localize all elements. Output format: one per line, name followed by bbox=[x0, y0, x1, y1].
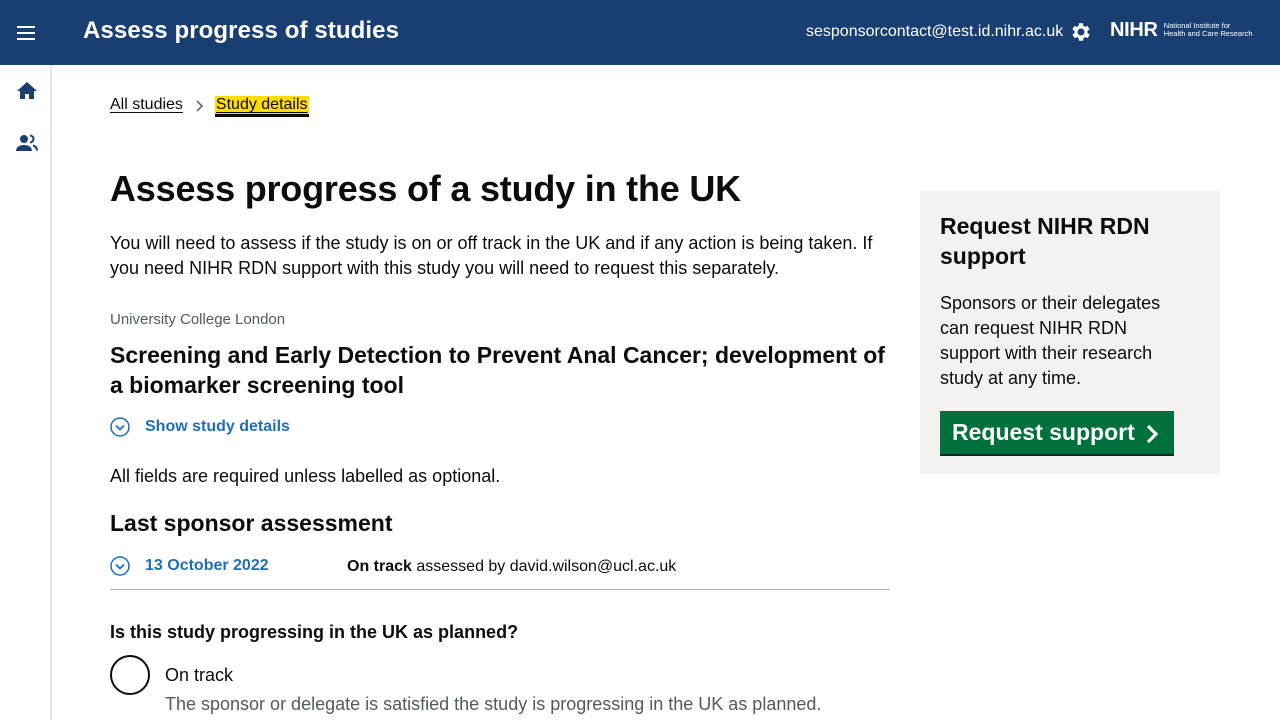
breadcrumb: All studies Study details bbox=[110, 96, 309, 114]
panel-text: Sponsors or their delegates can request … bbox=[940, 293, 1161, 388]
gear-icon[interactable] bbox=[1069, 20, 1093, 44]
user-email: sesponsorcontact@test.id.nihr.ac.uk bbox=[806, 23, 1064, 40]
sidebar bbox=[0, 65, 52, 720]
radio-on-track-hint: The sponsor or delegate is satisfied the… bbox=[165, 694, 822, 714]
app-title: Assess progress of studies bbox=[83, 17, 400, 44]
radio-on-track[interactable] bbox=[110, 655, 150, 695]
logo-subtext: National Institute for Health and Care R… bbox=[1163, 20, 1253, 38]
logo-text: NIHR bbox=[1110, 18, 1158, 41]
chevron-down-circle-icon bbox=[110, 417, 130, 437]
show-study-details-toggle[interactable]: Show study details bbox=[110, 417, 290, 437]
progress-question-label: Is this study progressing in the UK as p… bbox=[110, 622, 519, 642]
hamburger-menu-icon[interactable] bbox=[16, 22, 38, 42]
panel-title: Request NIHR RDN support bbox=[940, 213, 1150, 269]
show-study-details-label: Show study details bbox=[145, 418, 290, 435]
request-support-button[interactable]: Request support bbox=[940, 411, 1174, 454]
required-fields-note: All fields are required unless labelled … bbox=[110, 466, 501, 486]
study-title: Screening and Early Detection to Prevent… bbox=[110, 342, 885, 398]
users-icon[interactable] bbox=[15, 131, 39, 155]
chevron-right-icon bbox=[1145, 423, 1159, 443]
home-icon[interactable] bbox=[15, 79, 39, 103]
request-support-label: Request support bbox=[952, 419, 1135, 445]
chevron-down-circle-icon bbox=[110, 556, 130, 576]
assessment-date-toggle[interactable]: 13 October 2022 bbox=[110, 556, 269, 576]
assessment-status: On track bbox=[347, 558, 412, 575]
radio-on-track-label[interactable]: On track bbox=[165, 665, 233, 686]
intro-text: You will need to assess if the study is … bbox=[110, 233, 873, 278]
breadcrumb-all-studies[interactable]: All studies bbox=[110, 96, 183, 114]
breadcrumb-study-details[interactable]: Study details bbox=[214, 96, 309, 114]
chevron-right-icon bbox=[195, 99, 205, 112]
assessment-summary: On track assessed by david.wilson@ucl.ac… bbox=[347, 558, 676, 576]
top-header: Assess progress of studies sesponsorcont… bbox=[0, 0, 1280, 65]
request-support-panel: Request NIHR RDN support Sponsors or the… bbox=[920, 191, 1220, 474]
page-title: Assess progress of a study in the UK bbox=[110, 168, 741, 209]
last-assessment-row: 13 October 2022 On track assessed by dav… bbox=[110, 556, 890, 590]
assessed-by: assessed by david.wilson@ucl.ac.uk bbox=[411, 558, 677, 575]
assessment-date: 13 October 2022 bbox=[145, 557, 269, 574]
organisation-name: University College London bbox=[110, 311, 286, 328]
last-assessment-heading: Last sponsor assessment bbox=[110, 510, 393, 536]
nihr-logo: NIHR National Institute for Health and C… bbox=[1110, 18, 1254, 42]
